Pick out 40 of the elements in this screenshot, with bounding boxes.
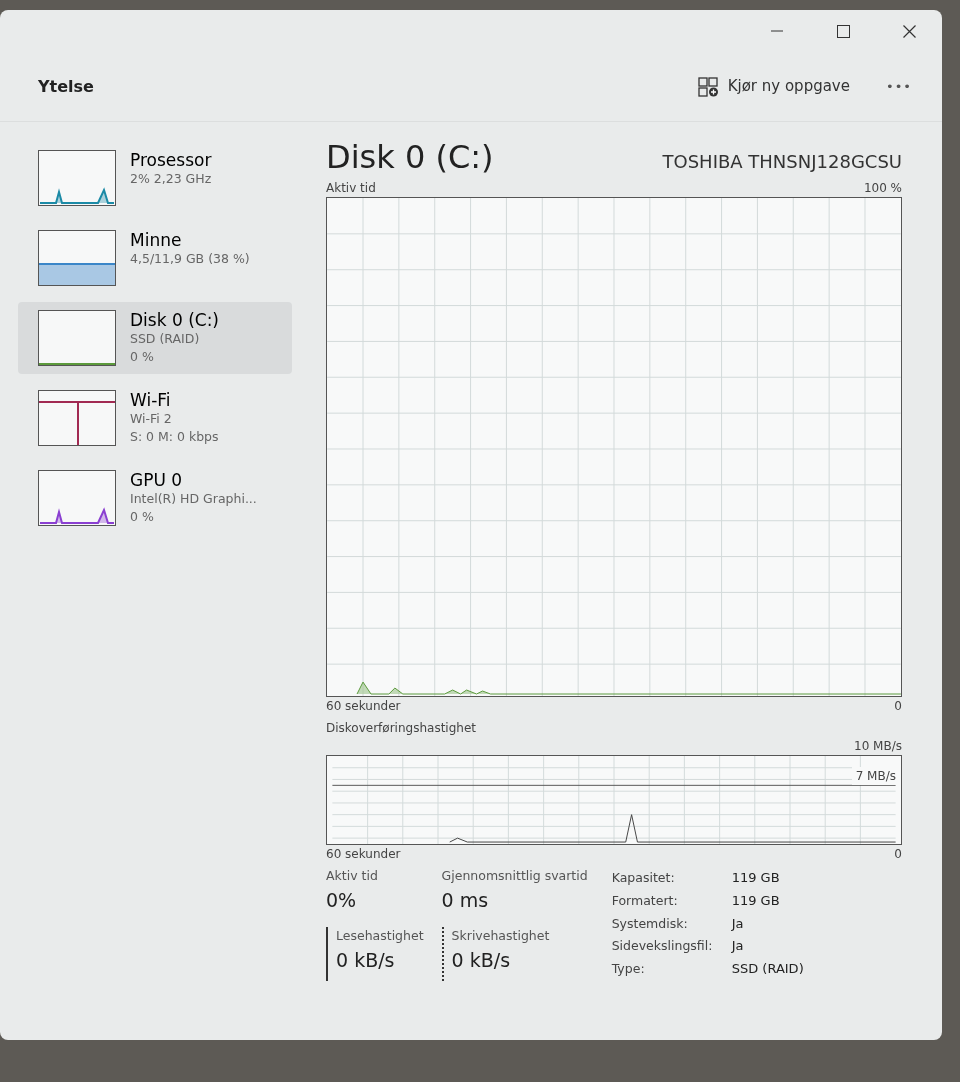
graph-label: Diskoverføringshastighet: [326, 720, 476, 738]
property-value: 119 GB: [731, 869, 781, 888]
time-label: 60 sekunder: [326, 698, 401, 716]
disk-title: Disk 0 (C:): [326, 140, 494, 176]
property-value: SSD (RAID): [731, 960, 804, 979]
minimize-icon: [771, 30, 783, 32]
close-icon: [902, 24, 916, 38]
axis-label: 0: [894, 846, 902, 864]
property-label: Formatert:: [611, 891, 679, 910]
maximize-icon: [836, 24, 850, 38]
sidebar-item[interactable]: GPU 0 Intel(R) HD Graphi... 0 %: [18, 462, 292, 534]
stat-label: Aktiv tid: [326, 867, 379, 886]
more-button[interactable]: •••: [880, 75, 918, 98]
property-value: 119 GB: [731, 891, 781, 910]
property-label: Systemdisk:: [611, 914, 689, 933]
new-task-icon: [697, 76, 720, 97]
disk-model: TOSHIBA THNSNJ128GCSU: [662, 150, 902, 175]
time-label: 60 sekunder: [326, 846, 401, 864]
page-title: Ytelse: [38, 75, 94, 98]
property-label: Sidevekslingsfil:: [611, 937, 714, 956]
axis-label: 100 %: [863, 180, 902, 198]
graph-label: Aktiv tid: [326, 180, 376, 198]
stat-value: 0 kB/s: [451, 947, 512, 973]
sidebar-item[interactable]: Wi-Fi Wi-Fi 2 S: 0 M: 0 kbps: [18, 382, 292, 454]
stat-label: Lesehastighet: [336, 927, 424, 946]
sidebar-item[interactable]: Minne 4,5/11,9 GB (38 %): [18, 222, 292, 294]
axis-label: 0: [894, 698, 902, 716]
property-value: Ja: [731, 937, 745, 956]
run-task-button[interactable]: Kjør ny oppgave: [691, 74, 856, 99]
stat-value: 0 kB/s: [336, 947, 396, 973]
axis-label: 10 MB/s: [854, 738, 902, 756]
property-label: Kapasitet:: [611, 869, 676, 888]
stat-value: 0 ms: [441, 887, 490, 913]
sidebar-item[interactable]: Prosessor 2% 2,23 GHz: [18, 142, 292, 214]
stat-label: Gjennomsnittlig svartid: [441, 867, 588, 886]
property-value: Ja: [731, 914, 745, 933]
sidebar-item[interactable]: Disk 0 (C:) SSD (RAID) 0 %: [18, 302, 292, 374]
stat-value: 0%: [326, 887, 358, 913]
stat-label: Skrivehastighet: [451, 927, 551, 946]
property-label: Type:: [611, 960, 646, 979]
